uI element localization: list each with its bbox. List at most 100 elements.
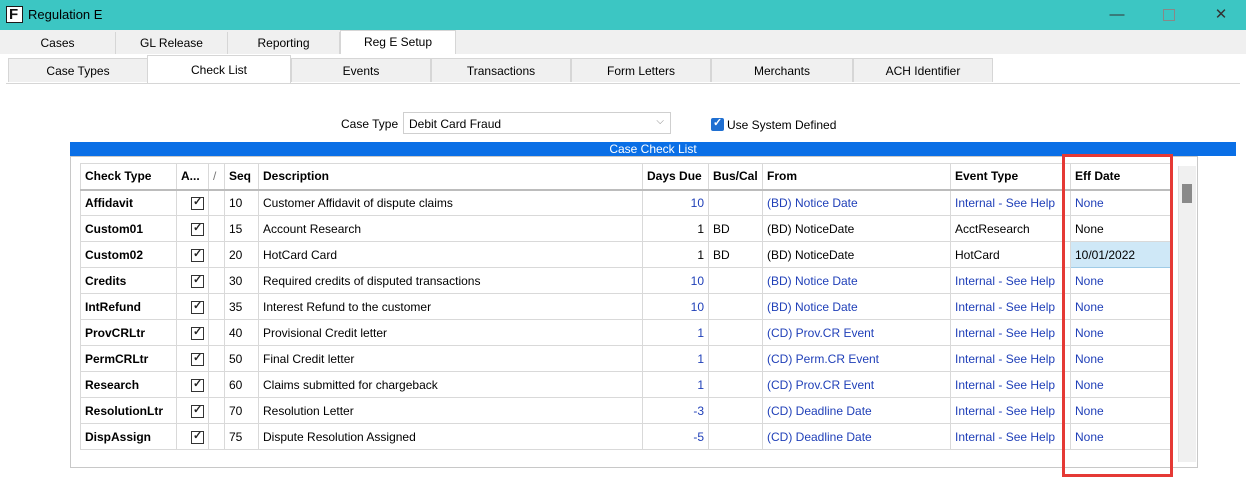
- cell-active[interactable]: ✓: [176, 215, 209, 242]
- column-header-days-due[interactable]: Days Due: [642, 163, 709, 191]
- active-checkbox[interactable]: ✓: [191, 247, 204, 262]
- cell-seq: 20: [224, 241, 259, 268]
- active-checkbox[interactable]: ✓: [191, 274, 204, 288]
- check-icon: ✓: [193, 247, 203, 260]
- cell-event-type: Internal - See Help: [950, 189, 1071, 216]
- cell-description: Final Credit letter: [258, 345, 643, 372]
- cell-sort: [208, 371, 225, 398]
- tab-reporting[interactable]: Reporting: [228, 32, 340, 54]
- table-row[interactable]: Research ✓ 60 Claims submitted for charg…: [80, 371, 1172, 398]
- cell-description: Interest Refund to the customer: [258, 293, 643, 320]
- column-header-from[interactable]: From: [762, 163, 951, 191]
- cell-description: Dispute Resolution Assigned: [258, 423, 643, 450]
- cell-from: (BD) NoticeDate: [762, 241, 951, 268]
- cell-check-type: DispAssign: [80, 423, 177, 450]
- active-checkbox[interactable]: ✓: [191, 221, 204, 236]
- app-logo-icon: F: [6, 6, 23, 23]
- close-button[interactable]: ✕: [1198, 0, 1244, 30]
- case-type-select[interactable]: Debit Card Fraud ⌵: [403, 112, 671, 134]
- tab-case-types[interactable]: Case Types: [8, 58, 148, 82]
- active-checkbox[interactable]: ✓: [191, 299, 204, 314]
- tab-transactions[interactable]: Transactions: [431, 58, 571, 82]
- tab-gl-release[interactable]: GL Release: [116, 32, 228, 54]
- table-row[interactable]: IntRefund ✓ 35 Interest Refund to the cu…: [80, 293, 1172, 320]
- active-checkbox[interactable]: ✓: [191, 378, 204, 392]
- minimize-button[interactable]: —: [1094, 0, 1140, 30]
- cell-eff-date[interactable]: None: [1070, 423, 1172, 450]
- cell-bus-cal: [708, 397, 763, 424]
- cell-sort: [208, 267, 225, 294]
- cell-from: (BD) Notice Date: [762, 293, 951, 320]
- active-checkbox[interactable]: ✓: [191, 352, 204, 366]
- cell-event-type: Internal - See Help: [950, 267, 1071, 294]
- cell-active[interactable]: ✓: [176, 319, 209, 346]
- table-row[interactable]: Custom01 ✓ 15 Account Research 1 BD (BD)…: [80, 215, 1172, 242]
- cell-sort: [208, 293, 225, 320]
- cell-seq: 40: [224, 319, 259, 346]
- cell-eff-date[interactable]: None: [1070, 215, 1172, 242]
- cell-eff-date[interactable]: None: [1070, 267, 1172, 294]
- active-checkbox[interactable]: ✓: [191, 430, 204, 444]
- check-icon: ✓: [193, 299, 203, 312]
- tab-ach-identifier[interactable]: ACH Identifier: [853, 58, 993, 82]
- cell-eff-date[interactable]: None: [1070, 371, 1172, 398]
- check-icon: ✓: [193, 221, 203, 234]
- table-row[interactable]: Custom02 ✓ 20 HotCard Card 1 BD (BD) Not…: [80, 241, 1172, 268]
- cell-eff-date[interactable]: None: [1070, 189, 1172, 216]
- use-system-defined-checkbox[interactable]: ✓: [711, 117, 724, 131]
- table-row[interactable]: PermCRLtr ✓ 50 Final Credit letter 1 (CD…: [80, 345, 1172, 372]
- grid-vertical-scrollbar[interactable]: [1178, 166, 1196, 462]
- tab-merchants[interactable]: Merchants: [711, 58, 853, 82]
- cell-active[interactable]: ✓: [176, 189, 209, 216]
- cell-eff-date[interactable]: None: [1070, 319, 1172, 346]
- cell-seq: 30: [224, 267, 259, 294]
- cell-eff-date-selected[interactable]: 10/01/2022: [1070, 241, 1172, 268]
- table-row[interactable]: DispAssign ✓ 75 Dispute Resolution Assig…: [80, 423, 1172, 450]
- cell-event-type: Internal - See Help: [950, 345, 1071, 372]
- chevron-down-icon: ⌵: [656, 116, 664, 127]
- cell-eff-date[interactable]: None: [1070, 397, 1172, 424]
- cell-active[interactable]: ✓: [176, 423, 209, 450]
- tab-reg-e-setup[interactable]: Reg E Setup: [340, 30, 456, 55]
- table-row[interactable]: Affidavit ✓ 10 Customer Affidavit of dis…: [80, 189, 1172, 216]
- table-row[interactable]: ProvCRLtr ✓ 40 Provisional Credit letter…: [80, 319, 1172, 346]
- column-header-description[interactable]: Description: [258, 163, 643, 191]
- table-row[interactable]: Credits ✓ 30 Required credits of dispute…: [80, 267, 1172, 294]
- active-checkbox[interactable]: ✓: [191, 326, 204, 340]
- tab-form-letters[interactable]: Form Letters: [571, 58, 711, 82]
- column-header-bus-cal[interactable]: Bus/Cal: [708, 163, 763, 191]
- cell-from: (CD) Deadline Date: [762, 423, 951, 450]
- cell-event-type: Internal - See Help: [950, 397, 1071, 424]
- cell-active[interactable]: ✓: [176, 293, 209, 320]
- check-icon: ✓: [193, 195, 203, 208]
- tab-cases[interactable]: Cases: [0, 32, 116, 54]
- cell-active[interactable]: ✓: [176, 241, 209, 268]
- tab-events[interactable]: Events: [291, 58, 431, 82]
- column-header-seq[interactable]: Seq: [224, 163, 259, 191]
- active-checkbox[interactable]: ✓: [191, 195, 204, 210]
- cell-check-type: Custom02: [80, 241, 177, 268]
- table-row[interactable]: ResolutionLtr ✓ 70 Resolution Letter -3 …: [80, 397, 1172, 424]
- cell-check-type: IntRefund: [80, 293, 177, 320]
- main-tab-bar: Cases GL Release Reporting Reg E Setup: [0, 30, 1246, 55]
- cell-active[interactable]: ✓: [176, 267, 209, 294]
- cell-active[interactable]: ✓: [176, 397, 209, 424]
- cell-days-due: 1: [642, 319, 709, 346]
- column-header-check-type[interactable]: Check Type: [80, 163, 177, 191]
- cell-sort: [208, 423, 225, 450]
- title-bar: F Regulation E — ✕: [0, 0, 1246, 30]
- cell-eff-date[interactable]: None: [1070, 345, 1172, 372]
- cell-bus-cal: BD: [708, 215, 763, 242]
- scrollbar-thumb[interactable]: [1182, 184, 1192, 203]
- column-header-event-type[interactable]: Event Type: [950, 163, 1071, 191]
- column-header-active[interactable]: A...: [176, 163, 209, 191]
- cell-active[interactable]: ✓: [176, 345, 209, 372]
- active-checkbox[interactable]: ✓: [191, 404, 204, 418]
- column-header-sort[interactable]: /: [208, 163, 225, 191]
- tab-check-list[interactable]: Check List: [147, 55, 291, 83]
- case-type-value: Debit Card Fraud: [409, 117, 502, 131]
- maximize-button[interactable]: [1146, 0, 1192, 30]
- cell-active[interactable]: ✓: [176, 371, 209, 398]
- column-header-eff-date[interactable]: Eff Date: [1070, 163, 1172, 191]
- cell-eff-date[interactable]: None: [1070, 293, 1172, 320]
